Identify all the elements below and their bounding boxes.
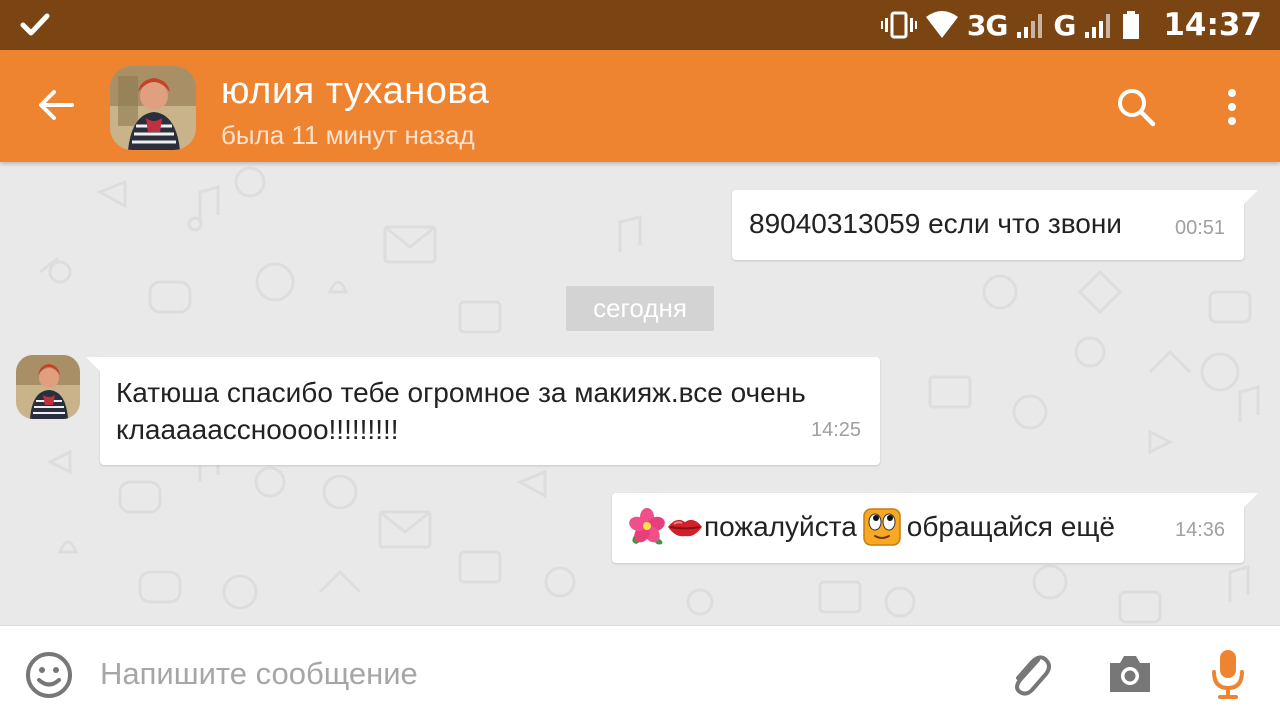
bubble-tail [1244,493,1258,507]
message-text-part2: обращайся ещё [906,511,1115,542]
status-time: 14:37 [1163,7,1262,43]
message-text-part1: пожалуйста [704,511,857,542]
outgoing-message[interactable]: пожалуйста обращайся ещё 14:36 [612,493,1258,563]
chat-header: юлия туханова была 11 минут назад [0,50,1280,162]
message-time: 00:51 [1175,217,1226,239]
message-input[interactable] [100,650,700,698]
camera-icon[interactable] [1106,653,1154,695]
attach-paperclip-icon[interactable] [1006,650,1054,700]
status-bar: 3G G 14:37 [0,0,1280,50]
kiss-lips-icon [668,519,702,537]
rolling-eyes-smiley-icon [863,508,901,546]
search-icon[interactable] [1115,86,1157,128]
signal-icon-2 [1085,14,1111,38]
message-time: 14:25 [811,419,862,441]
microphone-icon[interactable] [1210,648,1246,700]
emoji-picker-icon[interactable] [24,650,74,700]
bubble-tail [86,357,100,371]
message-text: Катюша спасибо тебе огромное за макияж.в… [116,377,806,445]
back-arrow-icon[interactable] [36,85,76,125]
more-options-icon[interactable] [1218,86,1246,128]
incoming-message[interactable]: Катюша спасибо тебе огромное за макияж.в… [86,357,880,465]
network-3g-label: 3G [966,8,1008,42]
signal-icon [1017,14,1043,38]
message-composer [0,625,1280,720]
message-time: 14:36 [1175,519,1226,541]
day-separator: сегодня [566,286,714,331]
network-g-label: G [1053,8,1076,42]
bubble-tail [1244,190,1258,204]
contact-avatar[interactable] [110,66,196,150]
outgoing-message[interactable]: 89040313059 если что звони 00:51 [732,190,1258,260]
vibrate-icon [880,11,917,39]
contact-name[interactable]: юлия туханова [221,70,489,113]
message-text: 89040313059 если что звони [749,208,1122,239]
sender-avatar[interactable] [16,355,80,419]
message-list[interactable]: 89040313059 если что звони 00:51 сегодня… [0,162,1280,625]
wifi-icon [925,11,958,38]
last-seen-status: была 11 минут назад [221,120,475,150]
battery-icon [1123,11,1140,39]
hibiscus-icon [629,508,665,545]
checkmark-icon [20,13,50,36]
